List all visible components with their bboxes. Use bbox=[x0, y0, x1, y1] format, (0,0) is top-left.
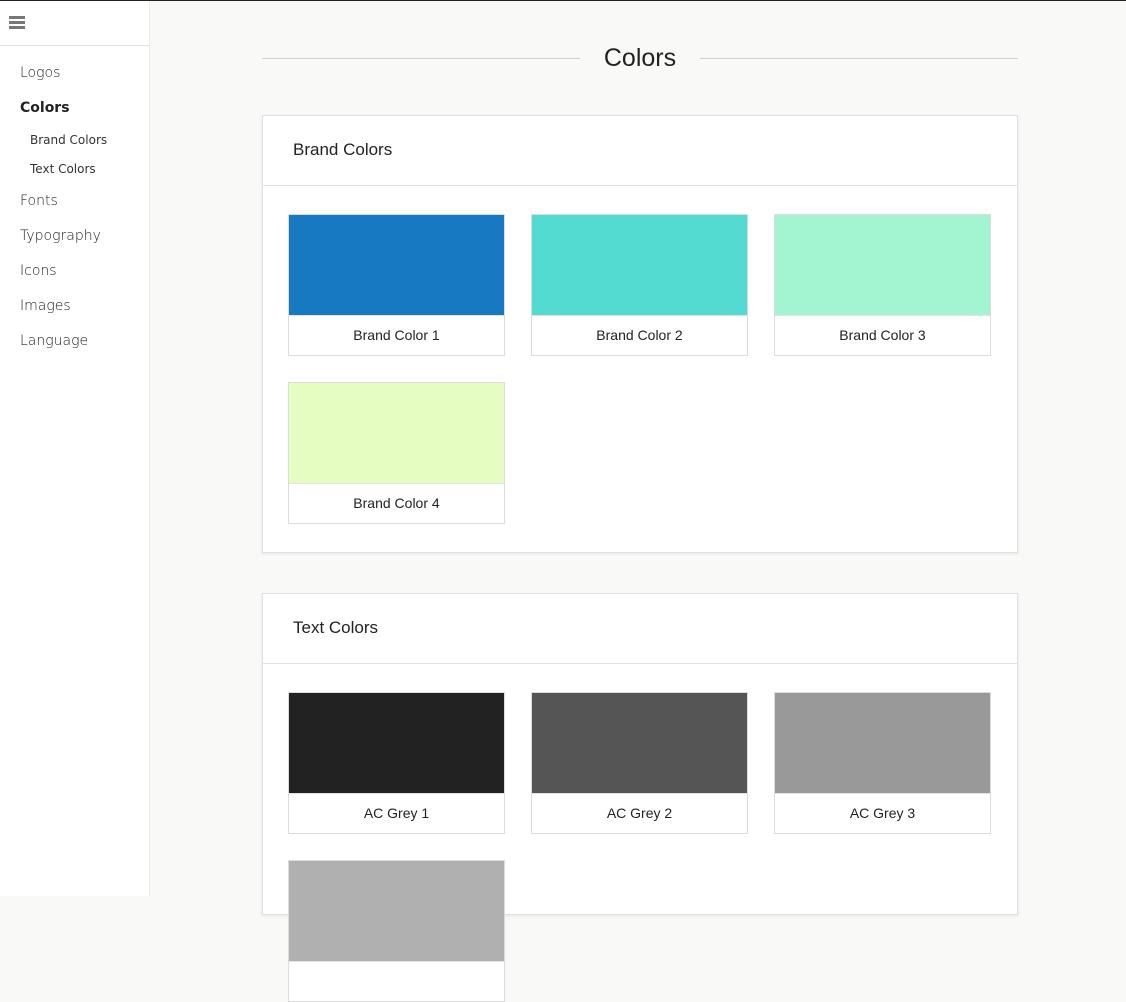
color-swatch-brand-2[interactable]: Brand Color 2 bbox=[531, 214, 748, 356]
sidebar: Logos Colors Brand Colors Text Colors Fo… bbox=[0, 1, 150, 896]
swatch-label: Brand Color 2 bbox=[532, 315, 747, 355]
sidebar-item-language[interactable]: Language bbox=[20, 333, 88, 349]
section-title: Brand Colors bbox=[293, 140, 393, 159]
hamburger-menu-icon[interactable] bbox=[9, 16, 25, 30]
brand-colors-card: Brand Colors Brand Color 1 Brand Color 2… bbox=[262, 115, 1018, 553]
swatch-color bbox=[289, 861, 504, 961]
sidebar-item-typography[interactable]: Typography bbox=[20, 228, 101, 244]
color-swatch-brand-3[interactable]: Brand Color 3 bbox=[774, 214, 991, 356]
color-swatch-grey-4[interactable] bbox=[288, 860, 505, 1002]
swatch-label: AC Grey 2 bbox=[532, 793, 747, 833]
sidebar-subitem-text-colors[interactable]: Text Colors bbox=[30, 162, 96, 176]
card-header: Brand Colors bbox=[263, 116, 1017, 186]
card-header: Text Colors bbox=[263, 594, 1017, 664]
sidebar-item-images[interactable]: Images bbox=[20, 298, 71, 314]
text-colors-card: Text Colors AC Grey 1 AC Grey 2 AC Grey … bbox=[262, 593, 1018, 1002]
title-divider-right bbox=[700, 58, 1018, 59]
swatch-color bbox=[775, 215, 990, 315]
sidebar-item-fonts[interactable]: Fonts bbox=[20, 193, 58, 209]
page-title-row: Colors bbox=[262, 41, 1018, 75]
swatch-label: AC Grey 3 bbox=[775, 793, 990, 833]
sidebar-header bbox=[0, 1, 149, 46]
swatch-label: AC Grey 1 bbox=[289, 793, 504, 833]
swatch-label: Brand Color 3 bbox=[775, 315, 990, 355]
swatch-color bbox=[289, 693, 504, 793]
swatch-label: Brand Color 4 bbox=[289, 483, 504, 523]
color-swatch-grey-1[interactable]: AC Grey 1 bbox=[288, 692, 505, 834]
swatch-color bbox=[289, 383, 504, 483]
color-swatch-brand-4[interactable]: Brand Color 4 bbox=[288, 382, 505, 524]
section-title: Text Colors bbox=[293, 618, 379, 637]
swatch-label: Brand Color 1 bbox=[289, 315, 504, 355]
sidebar-item-logos[interactable]: Logos bbox=[20, 65, 60, 81]
color-swatch-grey-3[interactable]: AC Grey 3 bbox=[774, 692, 991, 834]
swatch-color bbox=[289, 215, 504, 315]
swatch-color bbox=[775, 693, 990, 793]
swatch-label bbox=[289, 961, 504, 1001]
swatch-color bbox=[532, 693, 747, 793]
color-swatch-brand-1[interactable]: Brand Color 1 bbox=[288, 214, 505, 356]
color-swatch-grey-2[interactable]: AC Grey 2 bbox=[531, 692, 748, 834]
sidebar-item-colors[interactable]: Colors bbox=[20, 100, 70, 116]
sidebar-item-icons[interactable]: Icons bbox=[20, 263, 57, 279]
swatch-color bbox=[532, 215, 747, 315]
sidebar-subitem-brand-colors[interactable]: Brand Colors bbox=[30, 133, 107, 147]
